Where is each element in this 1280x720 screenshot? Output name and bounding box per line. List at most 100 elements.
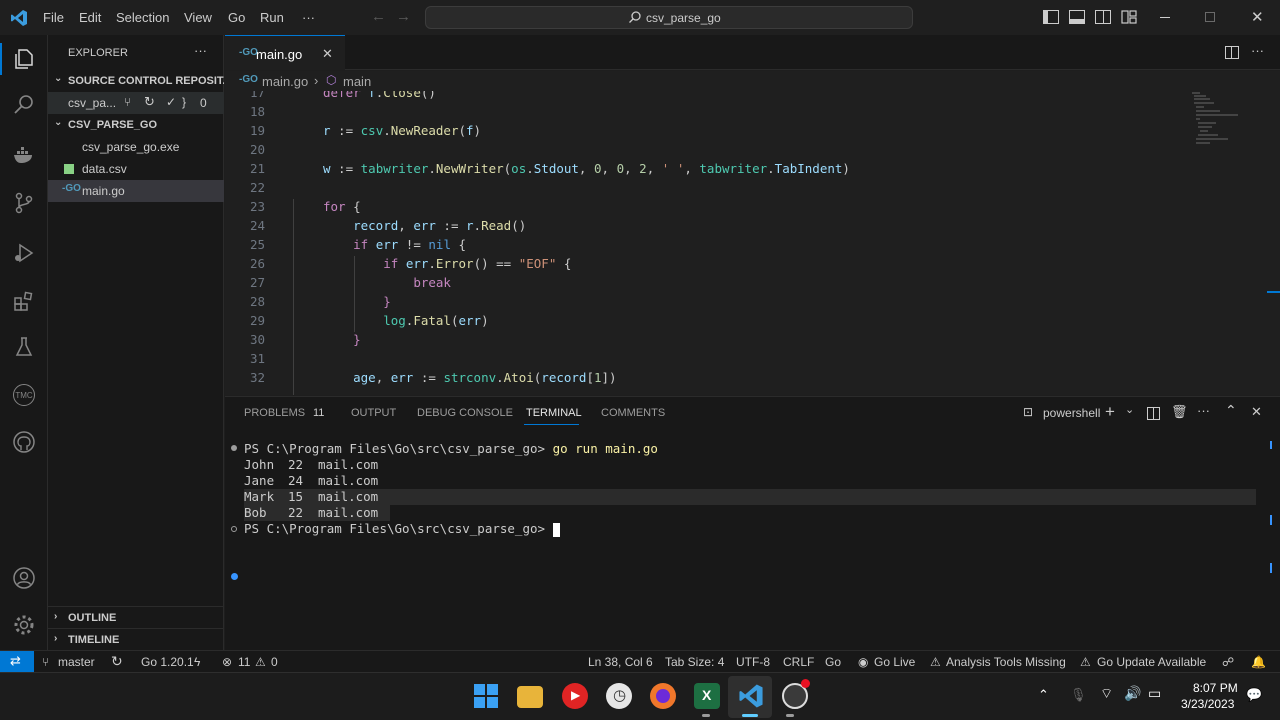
menu-selection[interactable]: Selection [116, 10, 169, 25]
remote-indicator[interactable]: ⇄ [0, 651, 34, 673]
branch-name[interactable]: master [58, 655, 95, 669]
menu-view[interactable]: View [184, 10, 212, 25]
go-version[interactable]: Go 1.20.1 [141, 655, 194, 669]
panel-more-actions[interactable]: ··· [1197, 403, 1210, 418]
end-of-line[interactable]: CRLF [783, 655, 814, 669]
volume-icon[interactable]: 🔊 [1124, 685, 1141, 702]
run-debug-icon[interactable] [10, 239, 38, 267]
new-terminal-icon[interactable]: + [1105, 402, 1115, 422]
file-item-main-go[interactable]: -GO main.go [48, 180, 224, 202]
go-update-status[interactable]: Go Update Available [1097, 655, 1206, 669]
wifi-icon[interactable]: ⌔ [1100, 685, 1113, 703]
analysis-tools-status[interactable]: Analysis Tools Missing [946, 655, 1066, 669]
file-item-exe[interactable]: csv_parse_go.exe [48, 136, 224, 158]
terminal-shell-name[interactable]: powershell [1043, 406, 1100, 420]
minimap[interactable] [1190, 91, 1250, 151]
notification-icon[interactable]: 💬 [1246, 687, 1262, 703]
docker-icon[interactable] [10, 141, 38, 169]
check-icon[interactable]: ✓ [166, 95, 176, 109]
split-terminal-icon[interactable] [1147, 407, 1160, 420]
search-icon[interactable] [10, 91, 38, 119]
terminal-prompt-line[interactable]: PS C:\Program Files\Go\src\csv_parse_go> [244, 521, 560, 537]
command-center-search[interactable]: csv_parse_go [425, 6, 913, 29]
branch-icon[interactable]: ⑂ [124, 95, 131, 109]
extensions-icon[interactable] [10, 287, 38, 315]
breadcrumb-file[interactable]: main.go [262, 74, 308, 89]
toggle-secondary-sidebar-icon[interactable] [1095, 10, 1111, 24]
excel-icon[interactable]: X [694, 683, 720, 709]
trash-icon[interactable]: 🗑 [1171, 404, 1188, 420]
menu-edit[interactable]: Edit [79, 10, 101, 25]
breadcrumb-symbol[interactable]: main [343, 74, 371, 89]
warning-count[interactable]: 0 [271, 655, 278, 669]
minimize-icon[interactable] [1160, 17, 1170, 18]
feedback-icon[interactable]: ☍ [1222, 655, 1234, 669]
source-control-section-header[interactable]: ⌄ SOURCE CONTROL REPOSIT... [48, 70, 224, 92]
encoding[interactable]: UTF-8 [736, 655, 770, 669]
obs-icon[interactable] [782, 679, 810, 709]
source-control-icon[interactable] [10, 189, 38, 217]
tab-size[interactable]: Tab Size: 4 [665, 655, 724, 669]
folder-section-header[interactable]: ⌄ CSV_PARSE_GO [48, 114, 224, 136]
cursor-position[interactable]: Ln 38, Col 6 [588, 655, 653, 669]
brace-icon[interactable]: } [182, 95, 186, 109]
customize-layout-icon[interactable] [1121, 10, 1137, 24]
tab-output[interactable]: OUTPUT [351, 407, 396, 419]
language-mode[interactable]: Go [825, 655, 841, 669]
line-number: 18 [249, 104, 265, 119]
github-icon[interactable] [10, 428, 38, 456]
firefox-icon[interactable] [650, 683, 676, 709]
accounts-icon[interactable] [10, 564, 38, 592]
menu-go[interactable]: Go [228, 10, 245, 25]
taskbar-time[interactable]: 8:07 PM [1193, 681, 1238, 695]
explorer-icon[interactable] [10, 45, 38, 73]
testing-icon[interactable] [10, 333, 38, 361]
tab-comments[interactable]: COMMENTS [601, 407, 665, 419]
maximize-panel-icon[interactable]: ⌃ [1225, 402, 1237, 419]
forward-arrow-icon[interactable]: → [396, 8, 411, 25]
code-editor[interactable]: 17 defer f.Close() 18 19 r := csv.NewReade… [225, 91, 1280, 395]
chevron-down-icon[interactable]: ⌄ [1125, 403, 1134, 416]
gear-icon[interactable] [10, 611, 38, 639]
close-window-icon[interactable]: ✕ [1251, 8, 1264, 26]
source-control-repo-row[interactable]: csv_pa... ⑂ ↻ ✓ } 0 [48, 92, 224, 114]
bell-icon[interactable]: 🔔 [1251, 655, 1266, 669]
back-arrow-icon[interactable]: ← [371, 8, 386, 25]
outline-section-header[interactable]: › OUTLINE [48, 606, 224, 628]
error-icon[interactable]: ⊗ [222, 655, 232, 669]
toggle-panel-icon[interactable] [1069, 10, 1085, 24]
timeline-section-header[interactable]: › TIMELINE [48, 628, 224, 650]
sync-icon[interactable]: ↻ [111, 653, 123, 670]
refresh-icon[interactable]: ↻ [144, 94, 155, 110]
battery-icon[interactable]: ▭ [1148, 685, 1161, 702]
tab-debug-console[interactable]: DEBUG CONSOLE [417, 407, 513, 419]
toggle-primary-sidebar-icon[interactable] [1043, 10, 1059, 24]
windows-start-icon[interactable] [473, 683, 499, 709]
file-item-csv[interactable]: data.csv [48, 158, 224, 180]
tab-problems[interactable]: PROBLEMS [244, 407, 305, 419]
close-panel-icon[interactable]: ✕ [1251, 404, 1262, 420]
vscode-logo-icon [10, 9, 28, 27]
tab-terminal[interactable]: TERMINAL [526, 407, 582, 419]
microphone-icon[interactable]: 🎙 [1070, 687, 1087, 703]
menu-file[interactable]: File [43, 10, 64, 25]
tab-main-go[interactable]: -GO main.go ✕ [225, 35, 345, 70]
error-count[interactable]: 11 [238, 655, 250, 669]
file-explorer-icon[interactable] [517, 686, 543, 708]
restore-icon[interactable] [1205, 12, 1215, 22]
tmc-icon[interactable]: TMC [10, 381, 38, 409]
youtube-icon[interactable]: ▶ [562, 683, 588, 709]
go-live-button[interactable]: Go Live [874, 655, 915, 669]
taskbar-date[interactable]: 3/23/2023 [1181, 697, 1234, 711]
editor-more-actions[interactable]: ··· [1251, 43, 1264, 58]
close-tab-icon[interactable]: ✕ [322, 46, 333, 62]
explorer-more-button[interactable]: ··· [194, 43, 207, 58]
code-text: record, err := r.Read() [353, 218, 527, 233]
chevron-up-icon[interactable]: ⌃ [1038, 687, 1049, 703]
warning-icon[interactable]: ⚠ [255, 655, 266, 669]
clock-app-icon[interactable]: ◷ [606, 683, 632, 709]
menu-run[interactable]: Run [260, 10, 284, 25]
menu-more[interactable]: ··· [302, 10, 315, 25]
split-editor-icon[interactable] [1225, 46, 1239, 59]
vscode-taskbar-icon[interactable] [738, 683, 764, 709]
